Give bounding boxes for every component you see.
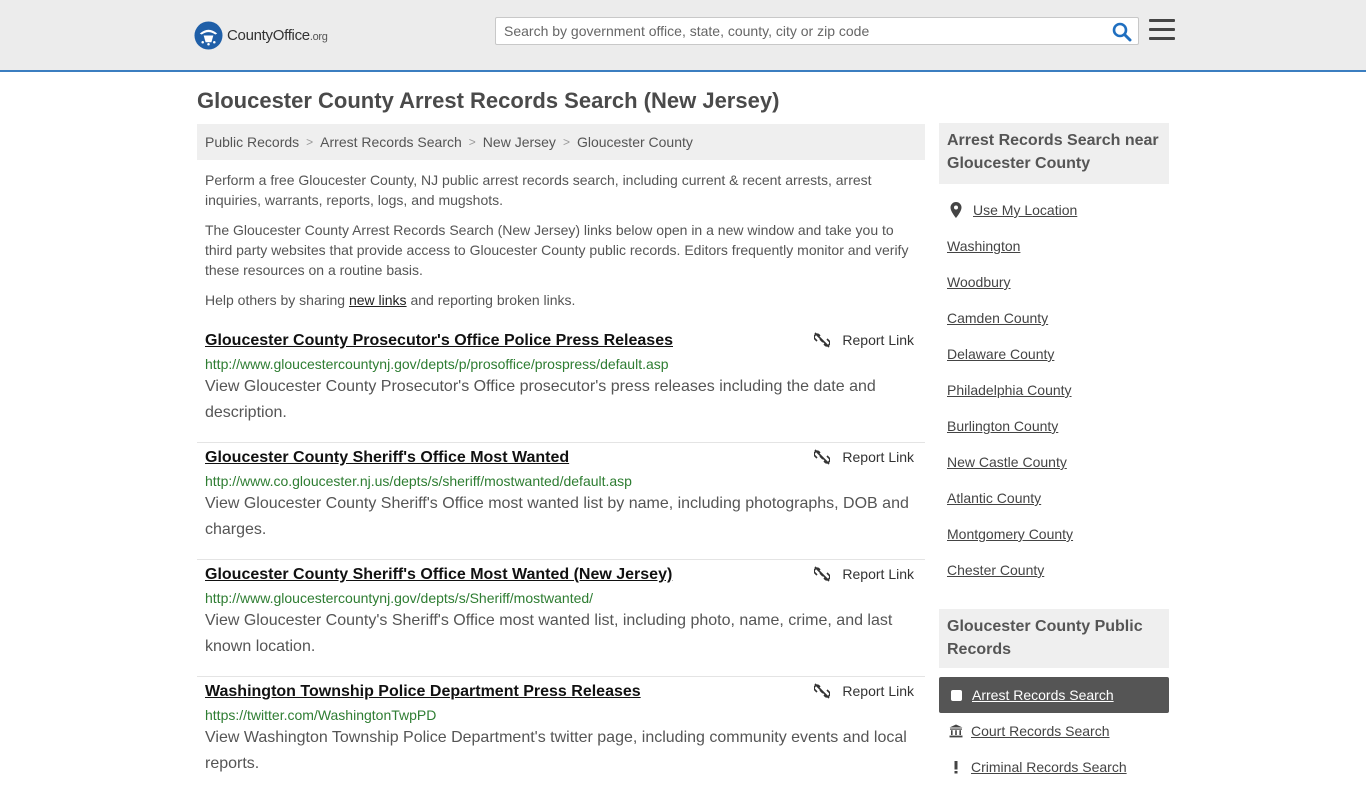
result-title-link[interactable]: Gloucester County Sheriff's Office Most … bbox=[205, 448, 569, 468]
nearby-link-atlantic-county[interactable]: Atlantic County bbox=[947, 490, 1041, 506]
logo-tld: .org bbox=[309, 30, 328, 43]
breadcrumb-item-arrest-records[interactable]: Arrest Records Search bbox=[320, 134, 462, 150]
result-title-link[interactable]: Washington Township Police Department Pr… bbox=[205, 682, 641, 702]
menu-bar bbox=[1149, 37, 1175, 40]
report-link-label: Report Link bbox=[842, 449, 914, 465]
nearby-item[interactable]: Montgomery County bbox=[947, 516, 1167, 552]
report-link-button[interactable]: Report Link bbox=[814, 683, 914, 699]
checkbox-icon bbox=[951, 689, 962, 701]
criminal-records-search-link[interactable]: Criminal Records Search bbox=[971, 759, 1127, 775]
site-logo[interactable]: CountyOffice.org bbox=[194, 20, 328, 50]
breadcrumb-separator-icon: > bbox=[562, 135, 570, 149]
result-item: Gloucester County Sheriff's Office Most … bbox=[197, 560, 925, 677]
breadcrumb-separator-icon: > bbox=[306, 135, 314, 149]
breadcrumb-separator-icon: > bbox=[468, 135, 476, 149]
intro-paragraph: The Gloucester County Arrest Records Sea… bbox=[205, 222, 909, 278]
nearby-list: Use My Location Washington Woodbury Camd… bbox=[947, 192, 1167, 588]
report-link-label: Report Link bbox=[842, 683, 914, 699]
nearby-item[interactable]: Chester County bbox=[947, 552, 1167, 588]
breadcrumb-item-county: Gloucester County bbox=[576, 134, 693, 150]
menu-bar bbox=[1149, 28, 1175, 31]
nearby-item[interactable]: New Castle County bbox=[947, 444, 1167, 480]
nearby-heading: Arrest Records Search near Gloucester Co… bbox=[939, 123, 1169, 184]
result-item: Gloucester County Sheriff's Office Most … bbox=[197, 443, 925, 560]
hamburger-menu-icon[interactable] bbox=[1149, 19, 1175, 43]
report-link-button[interactable]: Report Link bbox=[814, 566, 914, 582]
share-text: and reporting broken links. bbox=[406, 292, 576, 308]
nearby-item[interactable]: Delaware County bbox=[947, 336, 1167, 372]
nearby-link-woodbury[interactable]: Woodbury bbox=[947, 274, 1011, 290]
menu-bar bbox=[1149, 19, 1175, 22]
county-seal-icon bbox=[194, 20, 223, 50]
broken-link-icon bbox=[814, 566, 831, 582]
nearby-link-new-castle-county[interactable]: New Castle County bbox=[947, 454, 1067, 470]
new-links-link[interactable]: new links bbox=[349, 292, 407, 308]
nearby-item[interactable]: Philadelphia County bbox=[947, 372, 1167, 408]
breadcrumb-item-public-records[interactable]: Public Records bbox=[205, 134, 299, 150]
breadcrumb: Public Records > Arrest Records Search >… bbox=[197, 124, 925, 160]
nearby-item[interactable]: Washington bbox=[947, 228, 1167, 264]
breadcrumb-item-state[interactable]: New Jersey bbox=[483, 134, 556, 150]
nearby-item[interactable]: Camden County bbox=[947, 300, 1167, 336]
share-text: Help others by sharing bbox=[205, 292, 349, 308]
logo-text: CountyOffice.org bbox=[227, 27, 328, 44]
public-records-item-criminal[interactable]: Criminal Records Search bbox=[939, 749, 1169, 785]
use-my-location-link[interactable]: Use My Location bbox=[973, 202, 1077, 218]
nearby-link-camden-county[interactable]: Camden County bbox=[947, 310, 1048, 326]
use-my-location-item[interactable]: Use My Location bbox=[947, 192, 1167, 228]
broken-link-icon bbox=[814, 683, 831, 699]
report-link-button[interactable]: Report Link bbox=[814, 449, 914, 465]
result-url: http://www.co.gloucester.nj.us/depts/s/s… bbox=[205, 473, 632, 489]
nearby-item[interactable]: Atlantic County bbox=[947, 480, 1167, 516]
report-link-label: Report Link bbox=[842, 566, 914, 582]
result-description: View Gloucester County Sheriff's Office … bbox=[205, 495, 909, 538]
nearby-link-washington[interactable]: Washington bbox=[947, 238, 1020, 254]
broken-link-icon bbox=[814, 449, 831, 465]
result-description: View Washington Township Police Departme… bbox=[205, 729, 907, 772]
map-pin-icon bbox=[950, 202, 962, 218]
site-header: CountyOffice.org bbox=[0, 0, 1366, 72]
public-records-item-court[interactable]: Court Records Search bbox=[939, 713, 1169, 749]
results-list: Gloucester County Prosecutor's Office Po… bbox=[197, 326, 925, 794]
nearby-link-philadelphia-county[interactable]: Philadelphia County bbox=[947, 382, 1072, 398]
report-link-label: Report Link bbox=[842, 332, 914, 348]
result-url: https://twitter.com/WashingtonTwpPD bbox=[205, 707, 437, 723]
courthouse-icon bbox=[949, 724, 963, 738]
court-records-search-link[interactable]: Court Records Search bbox=[971, 723, 1110, 739]
result-title-link[interactable]: Gloucester County Sheriff's Office Most … bbox=[205, 565, 672, 585]
nearby-link-chester-county[interactable]: Chester County bbox=[947, 562, 1044, 578]
nearby-link-montgomery-county[interactable]: Montgomery County bbox=[947, 526, 1073, 542]
intro-paragraph: Perform a free Gloucester County, NJ pub… bbox=[205, 172, 872, 208]
arrest-records-search-link[interactable]: Arrest Records Search bbox=[972, 687, 1114, 703]
logo-name: CountyOffice bbox=[227, 26, 310, 44]
broken-link-icon bbox=[814, 332, 831, 348]
result-description: View Gloucester County Prosecutor's Offi… bbox=[205, 378, 876, 421]
public-records-heading: Gloucester County Public Records bbox=[939, 609, 1169, 668]
search-box bbox=[495, 17, 1139, 45]
public-records-item-arrest[interactable]: Arrest Records Search bbox=[939, 677, 1169, 713]
share-paragraph: Help others by sharing new links and rep… bbox=[205, 290, 917, 310]
nearby-link-delaware-county[interactable]: Delaware County bbox=[947, 346, 1054, 362]
search-icon[interactable] bbox=[1112, 22, 1132, 42]
page-title: Gloucester County Arrest Records Search … bbox=[197, 88, 780, 113]
result-item: Gloucester County Prosecutor's Office Po… bbox=[197, 326, 925, 443]
nearby-link-burlington-county[interactable]: Burlington County bbox=[947, 418, 1058, 434]
result-item: Washington Township Police Department Pr… bbox=[197, 677, 925, 794]
result-url: http://www.gloucestercountynj.gov/depts/… bbox=[205, 590, 594, 606]
report-link-button[interactable]: Report Link bbox=[814, 332, 914, 348]
intro-text: Perform a free Gloucester County, NJ pub… bbox=[205, 170, 917, 320]
result-description: View Gloucester County's Sheriff's Offic… bbox=[205, 612, 893, 655]
nearby-item[interactable]: Burlington County bbox=[947, 408, 1167, 444]
exclamation-icon bbox=[954, 761, 958, 774]
nearby-item[interactable]: Woodbury bbox=[947, 264, 1167, 300]
result-url: http://www.gloucestercountynj.gov/depts/… bbox=[205, 356, 669, 372]
search-input[interactable] bbox=[496, 18, 1096, 44]
result-title-link[interactable]: Gloucester County Prosecutor's Office Po… bbox=[205, 331, 673, 351]
